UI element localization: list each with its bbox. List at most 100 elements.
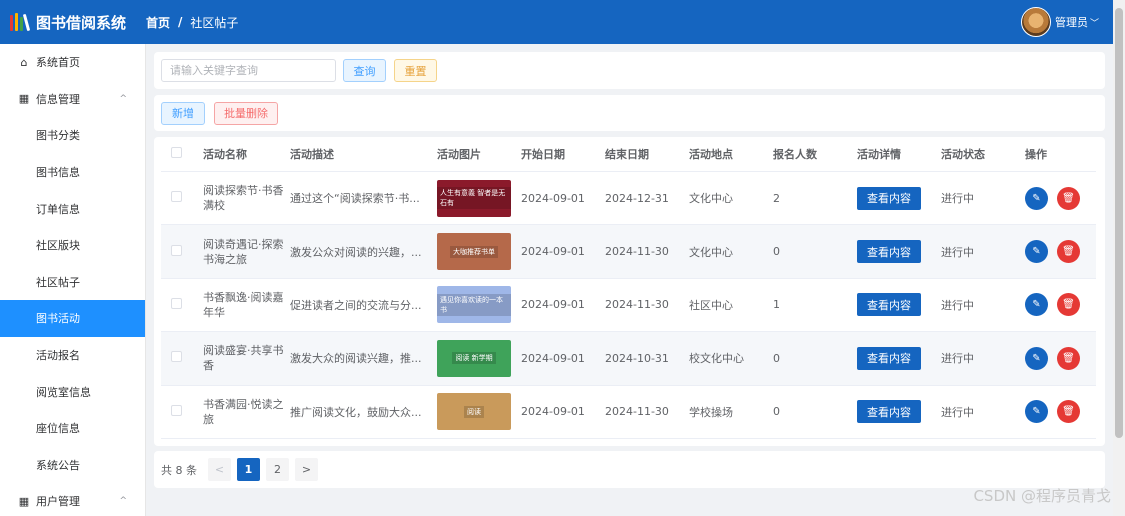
activity-image[interactable]: 阅读 bbox=[437, 393, 511, 431]
delete-button[interactable]: 🗑 bbox=[1057, 186, 1080, 210]
edit-button[interactable]: ✎ bbox=[1025, 346, 1048, 370]
search-input[interactable] bbox=[161, 59, 336, 82]
end-date: 2024-11-30 bbox=[605, 245, 669, 259]
sidebar-item-label: 用户管理 bbox=[36, 495, 80, 509]
table-row[interactable]: 书香飘逸·阅读嘉年华 促进读者之间的交流与分... 遇见你喜欢读的一本书 2024-0… bbox=[161, 279, 1096, 333]
search-panel: 查询 重置 bbox=[154, 52, 1105, 89]
activity-image-text: 人生有意義 智者是无石有 bbox=[437, 187, 511, 210]
sidebar-item-6[interactable]: 社区帖子 bbox=[0, 264, 145, 301]
row-checkbox[interactable] bbox=[171, 404, 182, 416]
row-checkbox[interactable] bbox=[171, 297, 182, 309]
sidebar-item-2[interactable]: 图书分类 bbox=[0, 117, 145, 154]
scrollbar-thumb[interactable] bbox=[1115, 8, 1123, 438]
view-content-button[interactable]: 查看内容 bbox=[857, 240, 921, 264]
activity-desc: 激发公众对阅读的兴趣，... bbox=[290, 245, 422, 259]
reset-button[interactable]: 重置 bbox=[394, 59, 437, 82]
row-checkbox[interactable] bbox=[171, 351, 182, 363]
trash-icon: 🗑 bbox=[1062, 246, 1075, 258]
sidebar-item-label: 系统公告 bbox=[36, 458, 80, 472]
location: 文化中心 bbox=[689, 245, 733, 259]
table-row[interactable]: 阅读奇遇记·探索书海之旅 激发公众对阅读的兴趣，... 大咖推荐书单 2024-09-… bbox=[161, 225, 1096, 279]
signup-count: 1 bbox=[773, 298, 780, 312]
activity-image-text: 阅读 新学期 bbox=[452, 352, 496, 365]
user-menu[interactable]: 管理员 ﹀ bbox=[1020, 7, 1113, 37]
table-row[interactable]: 阅读探索节·书香满校 通过这个“阅读探索节·书... 人生有意義 智者是无石有 202… bbox=[161, 172, 1096, 226]
sidebar-item-1[interactable]: ▦ 信息管理 ^ bbox=[0, 81, 145, 118]
activity-image-text: 大咖推荐书单 bbox=[450, 245, 498, 258]
start-date: 2024-09-01 bbox=[521, 405, 585, 419]
row-checkbox[interactable] bbox=[171, 244, 182, 256]
sidebar-item-11[interactable]: 系统公告 bbox=[0, 447, 145, 484]
edit-button[interactable]: ✎ bbox=[1025, 293, 1048, 317]
col-header-location: 活动地点 bbox=[689, 148, 733, 161]
activity-image[interactable]: 大咖推荐书单 bbox=[437, 233, 511, 271]
row-checkbox[interactable] bbox=[171, 191, 182, 203]
activity-status: 进行中 bbox=[941, 298, 974, 312]
signup-count: 0 bbox=[773, 351, 780, 365]
edit-button[interactable]: ✎ bbox=[1025, 240, 1048, 264]
edit-icon: ✎ bbox=[1032, 352, 1041, 364]
activity-name: 阅读奇遇记·探索书海之旅 bbox=[203, 237, 284, 266]
delete-button[interactable]: 🗑 bbox=[1057, 346, 1080, 370]
trash-icon: 🗑 bbox=[1062, 352, 1075, 364]
activity-status: 进行中 bbox=[941, 245, 974, 259]
edit-icon: ✎ bbox=[1032, 299, 1041, 311]
select-all-checkbox[interactable] bbox=[171, 147, 182, 158]
delete-button[interactable]: 🗑 bbox=[1057, 293, 1080, 317]
next-page-button[interactable]: > bbox=[295, 458, 318, 481]
query-button[interactable]: 查询 bbox=[343, 59, 386, 82]
avatar[interactable] bbox=[1020, 7, 1051, 37]
col-header-actions: 操作 bbox=[1025, 148, 1047, 161]
prev-page-button[interactable]: < bbox=[208, 458, 231, 481]
add-button[interactable]: 新增 bbox=[161, 101, 205, 125]
chevron-down-icon[interactable]: ﹀ bbox=[1090, 16, 1099, 29]
table-row[interactable]: 阅读盛宴·共享书香 激发大众的阅读兴趣，推... 阅读 新学期 2024-09-01 2… bbox=[161, 332, 1096, 386]
sidebar-item-label: 图书信息 bbox=[36, 166, 80, 180]
breadcrumb-home[interactable]: 首页 bbox=[146, 14, 170, 31]
sidebar-item-9[interactable]: 阅览室信息 bbox=[0, 373, 145, 410]
breadcrumb: 首页 / 社区帖子 bbox=[146, 14, 238, 31]
sidebar-item-3[interactable]: 图书信息 bbox=[0, 154, 145, 191]
end-date: 2024-10-31 bbox=[605, 351, 669, 365]
signup-count: 0 bbox=[773, 245, 780, 259]
col-header-status: 活动状态 bbox=[941, 148, 985, 161]
sidebar-item-7[interactable]: 图书活动 bbox=[0, 300, 145, 337]
sidebar-item-12[interactable]: ▦ 用户管理 ^ bbox=[0, 483, 145, 516]
sidebar: ⌂ 系统首页 ▦ 信息管理 ^ 图书分类图书信息订单信息社区版块 社区帖子 图书活动 活动报名阅… bbox=[0, 44, 146, 516]
start-date: 2024-09-01 bbox=[521, 298, 585, 312]
sidebar-item-label: 订单信息 bbox=[36, 202, 80, 216]
view-content-button[interactable]: 查看内容 bbox=[857, 293, 921, 317]
view-content-button[interactable]: 查看内容 bbox=[857, 400, 921, 424]
activity-name: 书香满园·悦读之旅 bbox=[203, 397, 284, 426]
table-row[interactable]: 书香满园·悦读之旅 推广阅读文化，鼓励大众... 阅读 2024-09-01 2024-… bbox=[161, 386, 1096, 439]
pagination: 共 8 条 < 1 2 > bbox=[154, 451, 1105, 488]
view-content-button[interactable]: 查看内容 bbox=[857, 186, 921, 210]
chevron-up-icon: ^ bbox=[119, 93, 127, 104]
location: 社区中心 bbox=[689, 298, 733, 312]
user-name[interactable]: 管理员 bbox=[1055, 14, 1088, 30]
activity-image[interactable]: 遇见你喜欢读的一本书 bbox=[437, 286, 511, 324]
sidebar-item-8[interactable]: 活动报名 bbox=[0, 337, 145, 374]
page-2-button[interactable]: 2 bbox=[266, 458, 289, 481]
start-date: 2024-09-01 bbox=[521, 191, 585, 205]
edit-button[interactable]: ✎ bbox=[1025, 186, 1048, 210]
sidebar-item-10[interactable]: 座位信息 bbox=[0, 410, 145, 447]
delete-button[interactable]: 🗑 bbox=[1057, 400, 1080, 424]
page-1-button[interactable]: 1 bbox=[237, 458, 260, 481]
sidebar-item-5[interactable]: 社区版块 bbox=[0, 227, 145, 264]
sidebar-item-0[interactable]: ⌂ 系统首页 bbox=[0, 44, 145, 81]
trash-icon: 🗑 bbox=[1062, 406, 1075, 418]
activity-desc: 激发大众的阅读兴趣，推... bbox=[290, 352, 422, 366]
sidebar-item-label: 图书分类 bbox=[36, 129, 80, 143]
view-content-button[interactable]: 查看内容 bbox=[857, 346, 921, 370]
edit-button[interactable]: ✎ bbox=[1025, 400, 1048, 424]
batch-delete-button[interactable]: 批量删除 bbox=[214, 101, 278, 125]
activity-status: 进行中 bbox=[941, 352, 974, 366]
delete-button[interactable]: 🗑 bbox=[1057, 240, 1080, 264]
page-scrollbar[interactable] bbox=[1113, 0, 1125, 516]
col-header-detail: 活动详情 bbox=[857, 148, 901, 161]
activity-image[interactable]: 阅读 新学期 bbox=[437, 339, 511, 377]
activity-name: 书香飘逸·阅读嘉年华 bbox=[203, 290, 284, 319]
sidebar-item-4[interactable]: 订单信息 bbox=[0, 190, 145, 227]
activity-image[interactable]: 人生有意義 智者是无石有 bbox=[437, 179, 511, 217]
